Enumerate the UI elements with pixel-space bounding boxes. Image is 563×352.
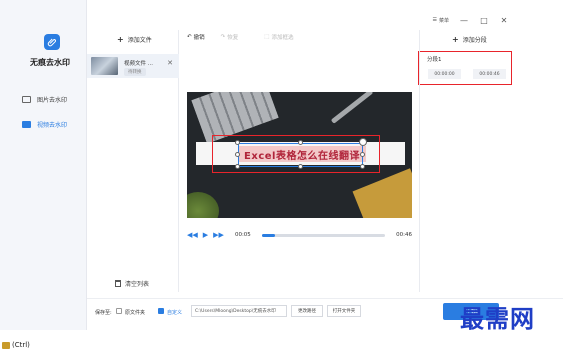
undo-button[interactable]: ↶ 撤销 bbox=[187, 33, 205, 41]
current-time: 00:05 bbox=[234, 232, 251, 238]
file-name: 视频文件 ... bbox=[124, 61, 153, 67]
add-file-button[interactable]: + 添加文件 bbox=[117, 35, 152, 44]
progress-slider[interactable] bbox=[261, 233, 386, 237]
app-window: ☰ 菜单 — □ ✕ 无痕去水印 图片去水印 视频去水印 + 添加文件 视频文件… bbox=[0, 0, 563, 330]
trash-icon bbox=[115, 280, 121, 287]
redo-label: 恢复 bbox=[227, 35, 239, 41]
add-segment-label: 添加分段 bbox=[462, 37, 487, 44]
segment-panel: + 添加分段 分段1 00:00:00 00:00:46 bbox=[419, 30, 563, 292]
sidebar-item-label: 视频去水印 bbox=[37, 121, 68, 129]
file-status-badge: 待转换 bbox=[124, 68, 146, 76]
segment-start-time[interactable]: 00:00:00 bbox=[428, 69, 461, 79]
close-button[interactable]: ✕ bbox=[499, 15, 509, 25]
add-file-label: 添加文件 bbox=[127, 37, 152, 44]
close-icon[interactable]: ✕ bbox=[167, 59, 173, 67]
save-to-label: 保存至: bbox=[95, 310, 112, 316]
progress-fill bbox=[261, 233, 276, 237]
redo-button[interactable]: ↷ 恢复 bbox=[221, 33, 239, 41]
file-list-item[interactable]: 视频文件 ... 待转换 ✕ bbox=[87, 54, 179, 78]
add-selection-label: 添加框选 bbox=[271, 35, 294, 41]
original-folder-radio[interactable] bbox=[116, 308, 122, 314]
shortcut-caption-text: (Ctrl) bbox=[12, 341, 30, 349]
original-folder-label: 原文件夹 bbox=[125, 310, 146, 316]
menu-button[interactable]: ☰ 菜单 bbox=[433, 17, 450, 24]
total-time: 00:46 bbox=[396, 232, 412, 238]
window-controls: ☰ 菜单 — □ ✕ bbox=[433, 13, 510, 27]
rewind-icon[interactable]: ◀◀ bbox=[187, 231, 198, 239]
video-thumbnail bbox=[91, 57, 118, 75]
output-path-field[interactable]: C:\Users\Mloong\Desktop\无痕去水印 bbox=[191, 305, 287, 317]
app-title: 无痕去水印 bbox=[30, 58, 70, 67]
clear-list-label: 清空列表 bbox=[125, 281, 150, 288]
paperclip-icon bbox=[44, 34, 60, 50]
minimize-button[interactable]: — bbox=[459, 15, 469, 25]
change-path-button[interactable]: 更改路径 bbox=[291, 305, 323, 317]
add-segment-button[interactable]: + 添加分段 bbox=[452, 35, 487, 44]
sidebar: 无痕去水印 图片去水印 视频去水印 bbox=[0, 0, 87, 330]
image-icon bbox=[22, 95, 31, 103]
editor-toolbar: ↶ 撤销 ↷ 恢复 ⬚ 添加框选 bbox=[187, 33, 293, 41]
sidebar-item-image-watermark[interactable]: 图片去水印 bbox=[22, 91, 92, 107]
file-list-panel: + 添加文件 视频文件 ... 待转换 ✕ 清空列表 bbox=[87, 30, 179, 292]
selection-icon: ⬚ bbox=[264, 34, 270, 40]
plus-icon: + bbox=[452, 34, 459, 44]
plant-image bbox=[187, 192, 219, 218]
fast-forward-icon[interactable]: ▶▶ bbox=[213, 231, 224, 239]
highlight-box-watermark bbox=[212, 135, 380, 173]
segment-end-time[interactable]: 00:00:46 bbox=[473, 69, 506, 79]
undo-label: 撤销 bbox=[193, 35, 205, 41]
video-icon bbox=[22, 120, 31, 128]
menu-label: 菜单 bbox=[438, 17, 449, 24]
play-icon[interactable]: ▶ bbox=[203, 231, 208, 239]
add-selection-button[interactable]: ⬚ 添加框选 bbox=[264, 33, 293, 41]
plus-icon: + bbox=[117, 34, 124, 44]
redo-icon: ↷ bbox=[220, 34, 226, 40]
sidebar-item-video-watermark[interactable]: 视频去水印 bbox=[22, 116, 92, 132]
site-watermark: 最需网 bbox=[460, 304, 535, 333]
custom-folder-label: 自定义 bbox=[167, 310, 183, 316]
custom-folder-radio[interactable] bbox=[158, 308, 164, 314]
segment-label: 分段1 bbox=[427, 57, 442, 63]
open-folder-button[interactable]: 打开文件夹 bbox=[327, 305, 361, 317]
maximize-button[interactable]: □ bbox=[479, 15, 489, 25]
playback-bar: ◀◀ ▶ ▶▶ 00:05 00:46 bbox=[187, 229, 412, 241]
clear-list-button[interactable]: 清空列表 bbox=[115, 279, 149, 288]
clipboard-icon bbox=[2, 341, 10, 349]
sidebar-item-label: 图片去水印 bbox=[37, 96, 68, 104]
notebook-image bbox=[352, 168, 412, 218]
menu-icon: ☰ bbox=[432, 17, 437, 23]
shortcut-caption: (Ctrl) bbox=[2, 341, 30, 349]
undo-icon: ↶ bbox=[187, 34, 192, 40]
pen-image bbox=[330, 92, 374, 124]
